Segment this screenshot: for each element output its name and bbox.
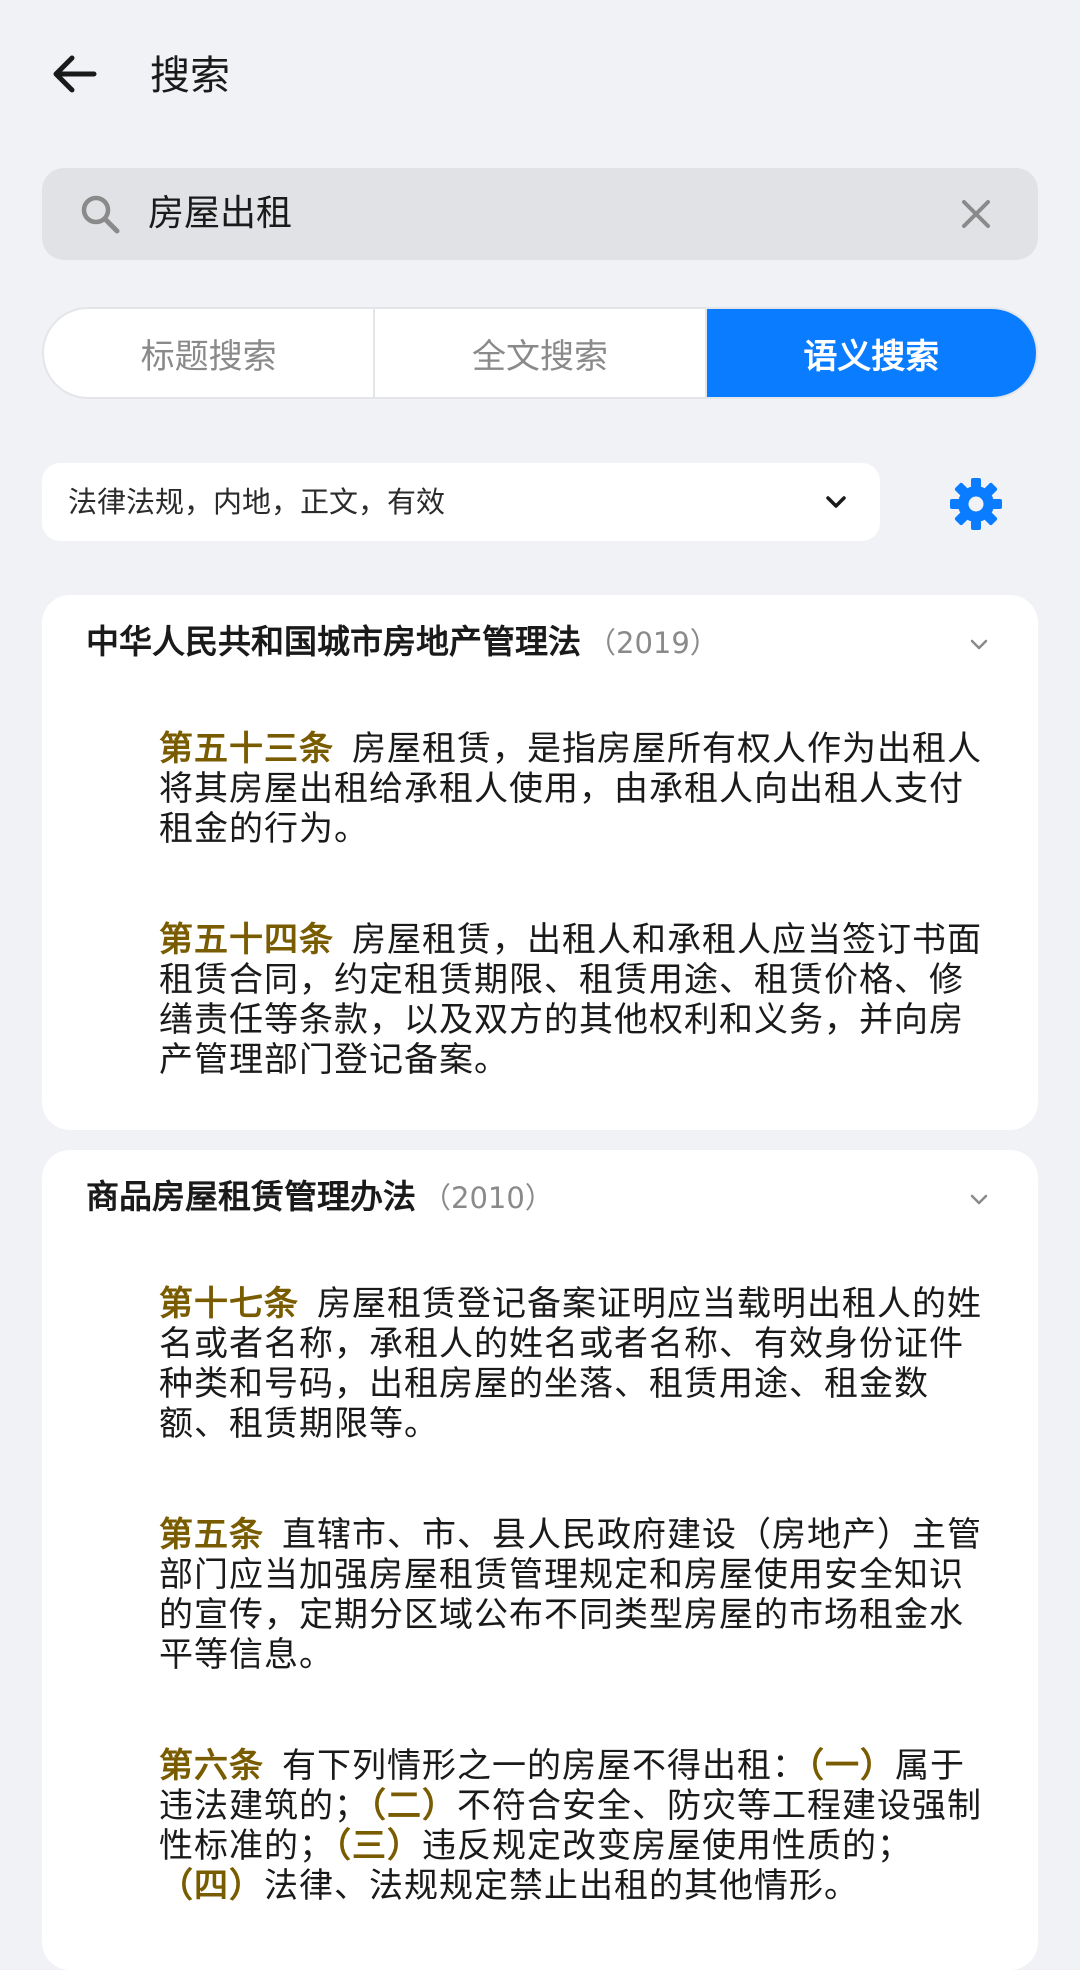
tab-fulltext-search[interactable]: 全文搜索	[375, 309, 707, 397]
chevron-down-icon	[826, 496, 846, 508]
item-text: 违反规定改变房屋使用性质的；	[422, 1826, 912, 1866]
clear-icon[interactable]	[954, 192, 998, 236]
article-number: 第六条	[159, 1746, 264, 1786]
article-number: 第五十四条	[159, 920, 334, 960]
article-text[interactable]: 第六条 有下列情形之一的房屋不得出租：（一）属于违法建筑的；（二）不符合安全、防灾…	[159, 1746, 989, 1906]
back-button[interactable]	[42, 42, 106, 106]
filter-label: 法律法规，内地，正文，有效	[68, 485, 446, 519]
search-mode-tabs: 标题搜索 全文搜索 语义搜索	[42, 307, 1038, 399]
law-year: （2019）	[587, 626, 719, 660]
result-title: 中华人民共和国城市房地产管理法 （2019）	[86, 617, 719, 668]
law-name: 商品房屋租赁管理办法	[86, 1177, 416, 1216]
page-title: 搜索	[150, 53, 230, 99]
article-number: 第十七条	[159, 1284, 299, 1324]
search-bar[interactable]: 房屋出租	[42, 168, 1038, 260]
item-mark: （一）	[807, 1746, 895, 1786]
article-text[interactable]: 第五十四条 房屋租赁，出租人和承租人应当签订书面租赁合同，约定租赁期限、租赁用途、…	[159, 920, 989, 1080]
article-number: 第五条	[159, 1515, 264, 1555]
chevron-down-icon[interactable]	[968, 1188, 990, 1210]
article-text[interactable]: 第五条 直辖市、市、县人民政府建设（房地产）主管部门应当加强房屋租赁管理规定和房屋…	[159, 1515, 989, 1675]
search-icon	[81, 195, 120, 234]
result-title: 商品房屋租赁管理办法 （2010）	[86, 1172, 554, 1223]
item-text: 法律、法规规定禁止出租的其他情形。	[264, 1866, 859, 1906]
item-mark: （二）	[369, 1786, 457, 1826]
search-input[interactable]: 房屋出租	[148, 188, 292, 240]
gear-icon[interactable]	[948, 476, 1004, 532]
item-mark: （四）	[159, 1866, 264, 1906]
result-card[interactable]: 中华人民共和国城市房地产管理法 （2019） 第五十三条 房屋租赁，是指房屋所有权人…	[42, 595, 1038, 1130]
app-header: 搜索	[0, 0, 1080, 150]
back-arrow-icon	[53, 55, 97, 93]
item-mark: （三）	[334, 1826, 422, 1866]
article-number: 第五十三条	[159, 729, 334, 769]
filter-dropdown[interactable]: 法律法规，内地，正文，有效	[42, 463, 880, 541]
result-card[interactable]: 商品房屋租赁管理办法 （2010） 第十七条 房屋租赁登记备案证明应当载明出租人的姓…	[42, 1150, 1038, 1970]
tab-title-search[interactable]: 标题搜索	[44, 309, 376, 397]
article-body: 直辖市、市、县人民政府建设（房地产）主管部门应当加强房屋租赁管理规定和房屋使用安…	[159, 1515, 982, 1675]
article-text[interactable]: 第五十三条 房屋租赁，是指房屋所有权人作为出租人将其房屋出租给承租人使用，由承租人…	[159, 729, 989, 849]
article-text[interactable]: 第十七条 房屋租赁登记备案证明应当载明出租人的姓名或者名称，承租人的姓名或者名称、…	[159, 1284, 989, 1444]
law-name: 中华人民共和国城市房地产管理法	[86, 622, 581, 661]
chevron-down-icon[interactable]	[968, 633, 990, 655]
law-year: （2010）	[422, 1181, 554, 1215]
tab-semantic-search[interactable]: 语义搜索	[706, 309, 1036, 397]
article-intro: 有下列情形之一的房屋不得出租：	[282, 1746, 807, 1786]
